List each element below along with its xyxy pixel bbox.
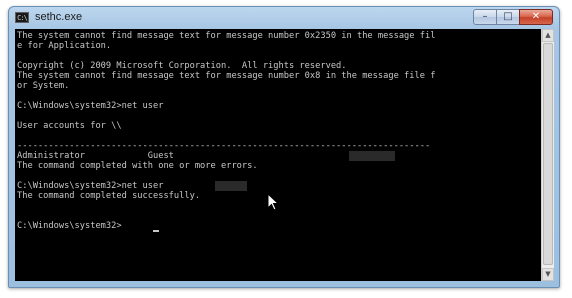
console-line: or System.	[17, 81, 70, 91]
vertical-scrollbar[interactable]: ▲ ▼	[541, 29, 554, 281]
scroll-down-arrow-icon[interactable]: ▼	[542, 268, 554, 281]
scrollbar-thumb[interactable]	[543, 43, 553, 265]
console-window: C:\ sethc.exe – □ ✕ The system cannot fi…	[8, 6, 560, 288]
console-line: C:\Windows\system32>net user 123456	[17, 181, 248, 191]
console-line: e for Application.	[17, 41, 112, 51]
text-cursor	[153, 230, 159, 232]
title-bar[interactable]: C:\ sethc.exe – □ ✕	[9, 7, 559, 29]
console-output[interactable]: The system cannot find message text for …	[15, 29, 541, 281]
console-prompt-line: C:\Windows\system32>	[17, 221, 122, 231]
mouse-pointer-icon	[267, 193, 279, 211]
console-line: Administrator Guest	[17, 151, 174, 161]
console-line: User accounts for \\	[17, 121, 122, 131]
console-line: The command completed with one or more e…	[17, 161, 258, 171]
minimize-button[interactable]: –	[473, 9, 497, 25]
close-button[interactable]: ✕	[519, 9, 553, 25]
console-app-icon: C:\	[15, 12, 29, 23]
redacted-account-name	[349, 151, 395, 161]
redacted-username	[215, 181, 247, 191]
maximize-button[interactable]: □	[496, 9, 520, 25]
console-line: The system cannot find message text for …	[17, 71, 436, 81]
console-line: The system cannot find message text for …	[17, 31, 436, 41]
scroll-up-arrow-icon[interactable]: ▲	[542, 29, 554, 42]
console-line: The command completed successfully.	[17, 191, 201, 201]
window-title: sethc.exe	[35, 11, 83, 23]
console-line: Copyright (c) 2009 Microsoft Corporation…	[17, 61, 347, 71]
console-line: C:\Windows\system32>net user	[17, 101, 164, 111]
console-separator-line: ----------------------------------------…	[17, 141, 431, 151]
